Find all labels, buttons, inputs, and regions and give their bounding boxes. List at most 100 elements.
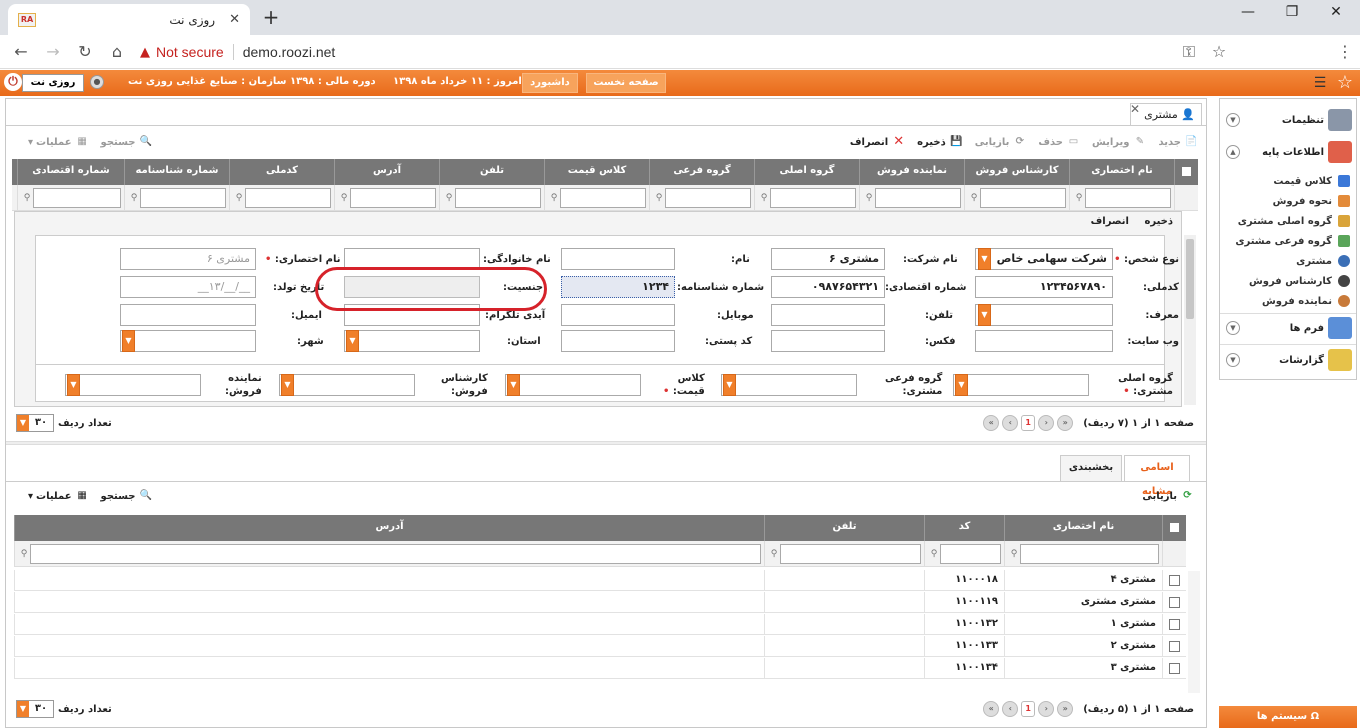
form-save-button[interactable]: ذخیره [1144, 216, 1173, 227]
person-type-dropdown-icon[interactable]: ▼ [978, 248, 991, 270]
short-name-field[interactable]: مشتری ۶ [120, 248, 256, 270]
filter-input[interactable] [770, 187, 856, 208]
rows-per-page-select[interactable]: ۳۰ ▼ [16, 414, 54, 432]
current-page[interactable]: 1 [1021, 415, 1036, 431]
tab-close-icon[interactable]: ✕ [1130, 102, 1140, 116]
row-checkbox-cell[interactable] [1162, 614, 1186, 634]
col-main-group[interactable]: گروه اصلی [754, 159, 859, 185]
prev-page-icon[interactable]: ‹ [1038, 415, 1055, 431]
filter-input[interactable] [1085, 187, 1171, 208]
reload-icon[interactable]: ↻ [74, 41, 96, 63]
price-class-dropdown-icon[interactable]: ▼ [507, 374, 520, 396]
next-page-icon[interactable]: › [1002, 701, 1019, 717]
filter-input[interactable] [665, 187, 751, 208]
row-checkbox[interactable] [1169, 641, 1180, 652]
col-sub-group[interactable]: گروه فرعی [649, 159, 754, 185]
row-checkbox[interactable] [1169, 575, 1180, 586]
bookmark-star-icon[interactable]: ☆ [1208, 41, 1230, 63]
filter-icon[interactable]: ⚲ [768, 549, 780, 559]
power-icon[interactable]: ⏻ [4, 73, 22, 91]
key-icon[interactable]: ⚿ [1178, 41, 1200, 63]
filter-icon[interactable]: ⚲ [338, 193, 350, 203]
table-row[interactable]: مشتری مشتری ۱۱۰۰۱۱۹ [14, 592, 1186, 613]
similar-grid-scrollbar[interactable] [1188, 571, 1200, 693]
col-sales-expert[interactable]: کارشناس فروش [964, 159, 1069, 185]
menu-dots-icon[interactable]: ⋮ [1334, 41, 1356, 63]
sidebar-item-customer[interactable]: مشتری [1220, 251, 1354, 271]
tab-segmentation[interactable]: بخشبندی [1060, 455, 1122, 481]
filter-icon[interactable]: ⚲ [1008, 549, 1020, 559]
browser-tab[interactable]: RA روزی نت ✕ [8, 4, 250, 35]
col-sales-agent[interactable]: نماینده فروش [859, 159, 964, 185]
city-select[interactable] [120, 330, 256, 352]
national-code-field[interactable]: ۱۲۳۴۵۶۷۸۹۰ [975, 276, 1113, 298]
dashboard-button[interactable]: داشبورد [522, 73, 578, 93]
email-field[interactable] [120, 304, 256, 326]
table-row[interactable]: مشتری ۲ ۱۱۰۰۱۳۳ [14, 636, 1186, 657]
systems-button[interactable]: سیستم ها Ω [1219, 706, 1357, 728]
website-field[interactable] [975, 330, 1113, 352]
filter-icon[interactable]: ⚲ [968, 193, 980, 203]
select-all-cell[interactable] [1174, 159, 1198, 185]
sidebar-item-sales-expert[interactable]: کارشناس فروش [1220, 271, 1354, 291]
rows-per-page-select[interactable]: ۳۰ ▼ [16, 700, 54, 718]
refresh-button[interactable]: ⟳ بازیابی [975, 136, 1027, 148]
filter-icon[interactable]: ⚲ [548, 193, 560, 203]
delete-button[interactable]: ▭ حذف [1038, 136, 1080, 148]
filter-icon[interactable]: ⚲ [443, 193, 455, 203]
similar-col-phone[interactable]: تلفن [764, 515, 924, 541]
next-page-icon[interactable]: › [1002, 415, 1019, 431]
sales-agent-select[interactable] [65, 374, 201, 396]
sidebar-item-main-group[interactable]: گروه اصلی مشتری [1220, 211, 1354, 231]
price-class-select[interactable] [505, 374, 641, 396]
sub-group-dropdown-icon[interactable]: ▼ [723, 374, 736, 396]
filter-input[interactable] [455, 187, 541, 208]
filter-input[interactable] [1020, 543, 1159, 564]
new-tab-button[interactable]: + [258, 6, 284, 30]
phone-field[interactable] [771, 304, 885, 326]
search-button[interactable]: 🔍 جستجو [101, 136, 153, 148]
sub-group-select[interactable] [721, 374, 857, 396]
chevron-down-icon[interactable]: ▼ [1226, 321, 1240, 335]
operations-button[interactable]: ▦ عملیات ▾ [28, 136, 89, 148]
fax-field[interactable] [771, 330, 885, 352]
tab-customer[interactable]: مشتری 👤 [1130, 103, 1202, 125]
row-checkbox[interactable] [1169, 663, 1180, 674]
table-row[interactable]: مشتری ۱ ۱۱۰۰۱۳۲ [14, 614, 1186, 635]
birth-date-field[interactable]: __/__/۱۳__ [120, 276, 256, 298]
close-tab-icon[interactable]: ✕ [229, 12, 240, 27]
province-dropdown-icon[interactable]: ▼ [346, 330, 359, 352]
favorite-star-icon[interactable]: ☆ [1334, 72, 1356, 94]
filter-input[interactable] [140, 187, 226, 208]
select-all-checkbox[interactable] [1181, 166, 1192, 177]
filter-icon[interactable]: ⚲ [128, 193, 140, 203]
similar-select-all-checkbox[interactable] [1169, 522, 1180, 533]
back-icon[interactable]: ← [10, 41, 32, 63]
similar-col-name[interactable]: نام اختصاری [1004, 515, 1162, 541]
sales-expert-dropdown-icon[interactable]: ▼ [281, 374, 294, 396]
table-row[interactable]: مشتری ۳ ۱۱۰۰۱۳۴ [14, 658, 1186, 679]
row-checkbox-cell[interactable] [1162, 592, 1186, 612]
cancel-button[interactable]: ✕ انصراف [850, 135, 905, 148]
sidebar-item-sales-agent[interactable]: نماینده فروش [1220, 291, 1354, 311]
row-checkbox-cell[interactable] [1162, 570, 1186, 590]
sidebar-reports[interactable]: گزارشات ▼ [1220, 345, 1356, 375]
postal-code-field[interactable] [561, 330, 675, 352]
row-checkbox[interactable] [1169, 597, 1180, 608]
row-checkbox-cell[interactable] [1162, 636, 1186, 656]
panel-splitter[interactable] [6, 441, 1206, 445]
city-dropdown-icon[interactable]: ▼ [122, 330, 135, 352]
filter-icon[interactable]: ⚲ [21, 193, 33, 203]
introducer-select[interactable] [975, 304, 1113, 326]
main-group-select[interactable] [953, 374, 1089, 396]
first-page-icon[interactable]: « [1057, 415, 1074, 431]
filter-input[interactable] [980, 187, 1066, 208]
row-checkbox-cell[interactable] [1162, 658, 1186, 678]
col-phone[interactable]: تلفن [439, 159, 544, 185]
chevron-up-icon[interactable]: ▲ [1226, 145, 1240, 159]
filter-icon[interactable]: ⚲ [653, 193, 665, 203]
province-select[interactable] [344, 330, 480, 352]
table-row[interactable]: مشتری ۴ ۱۱۰۰۰۱۸ [14, 570, 1186, 591]
col-price-class[interactable]: کلاس قیمت [544, 159, 649, 185]
brand-button[interactable]: روزی نت [22, 74, 84, 92]
